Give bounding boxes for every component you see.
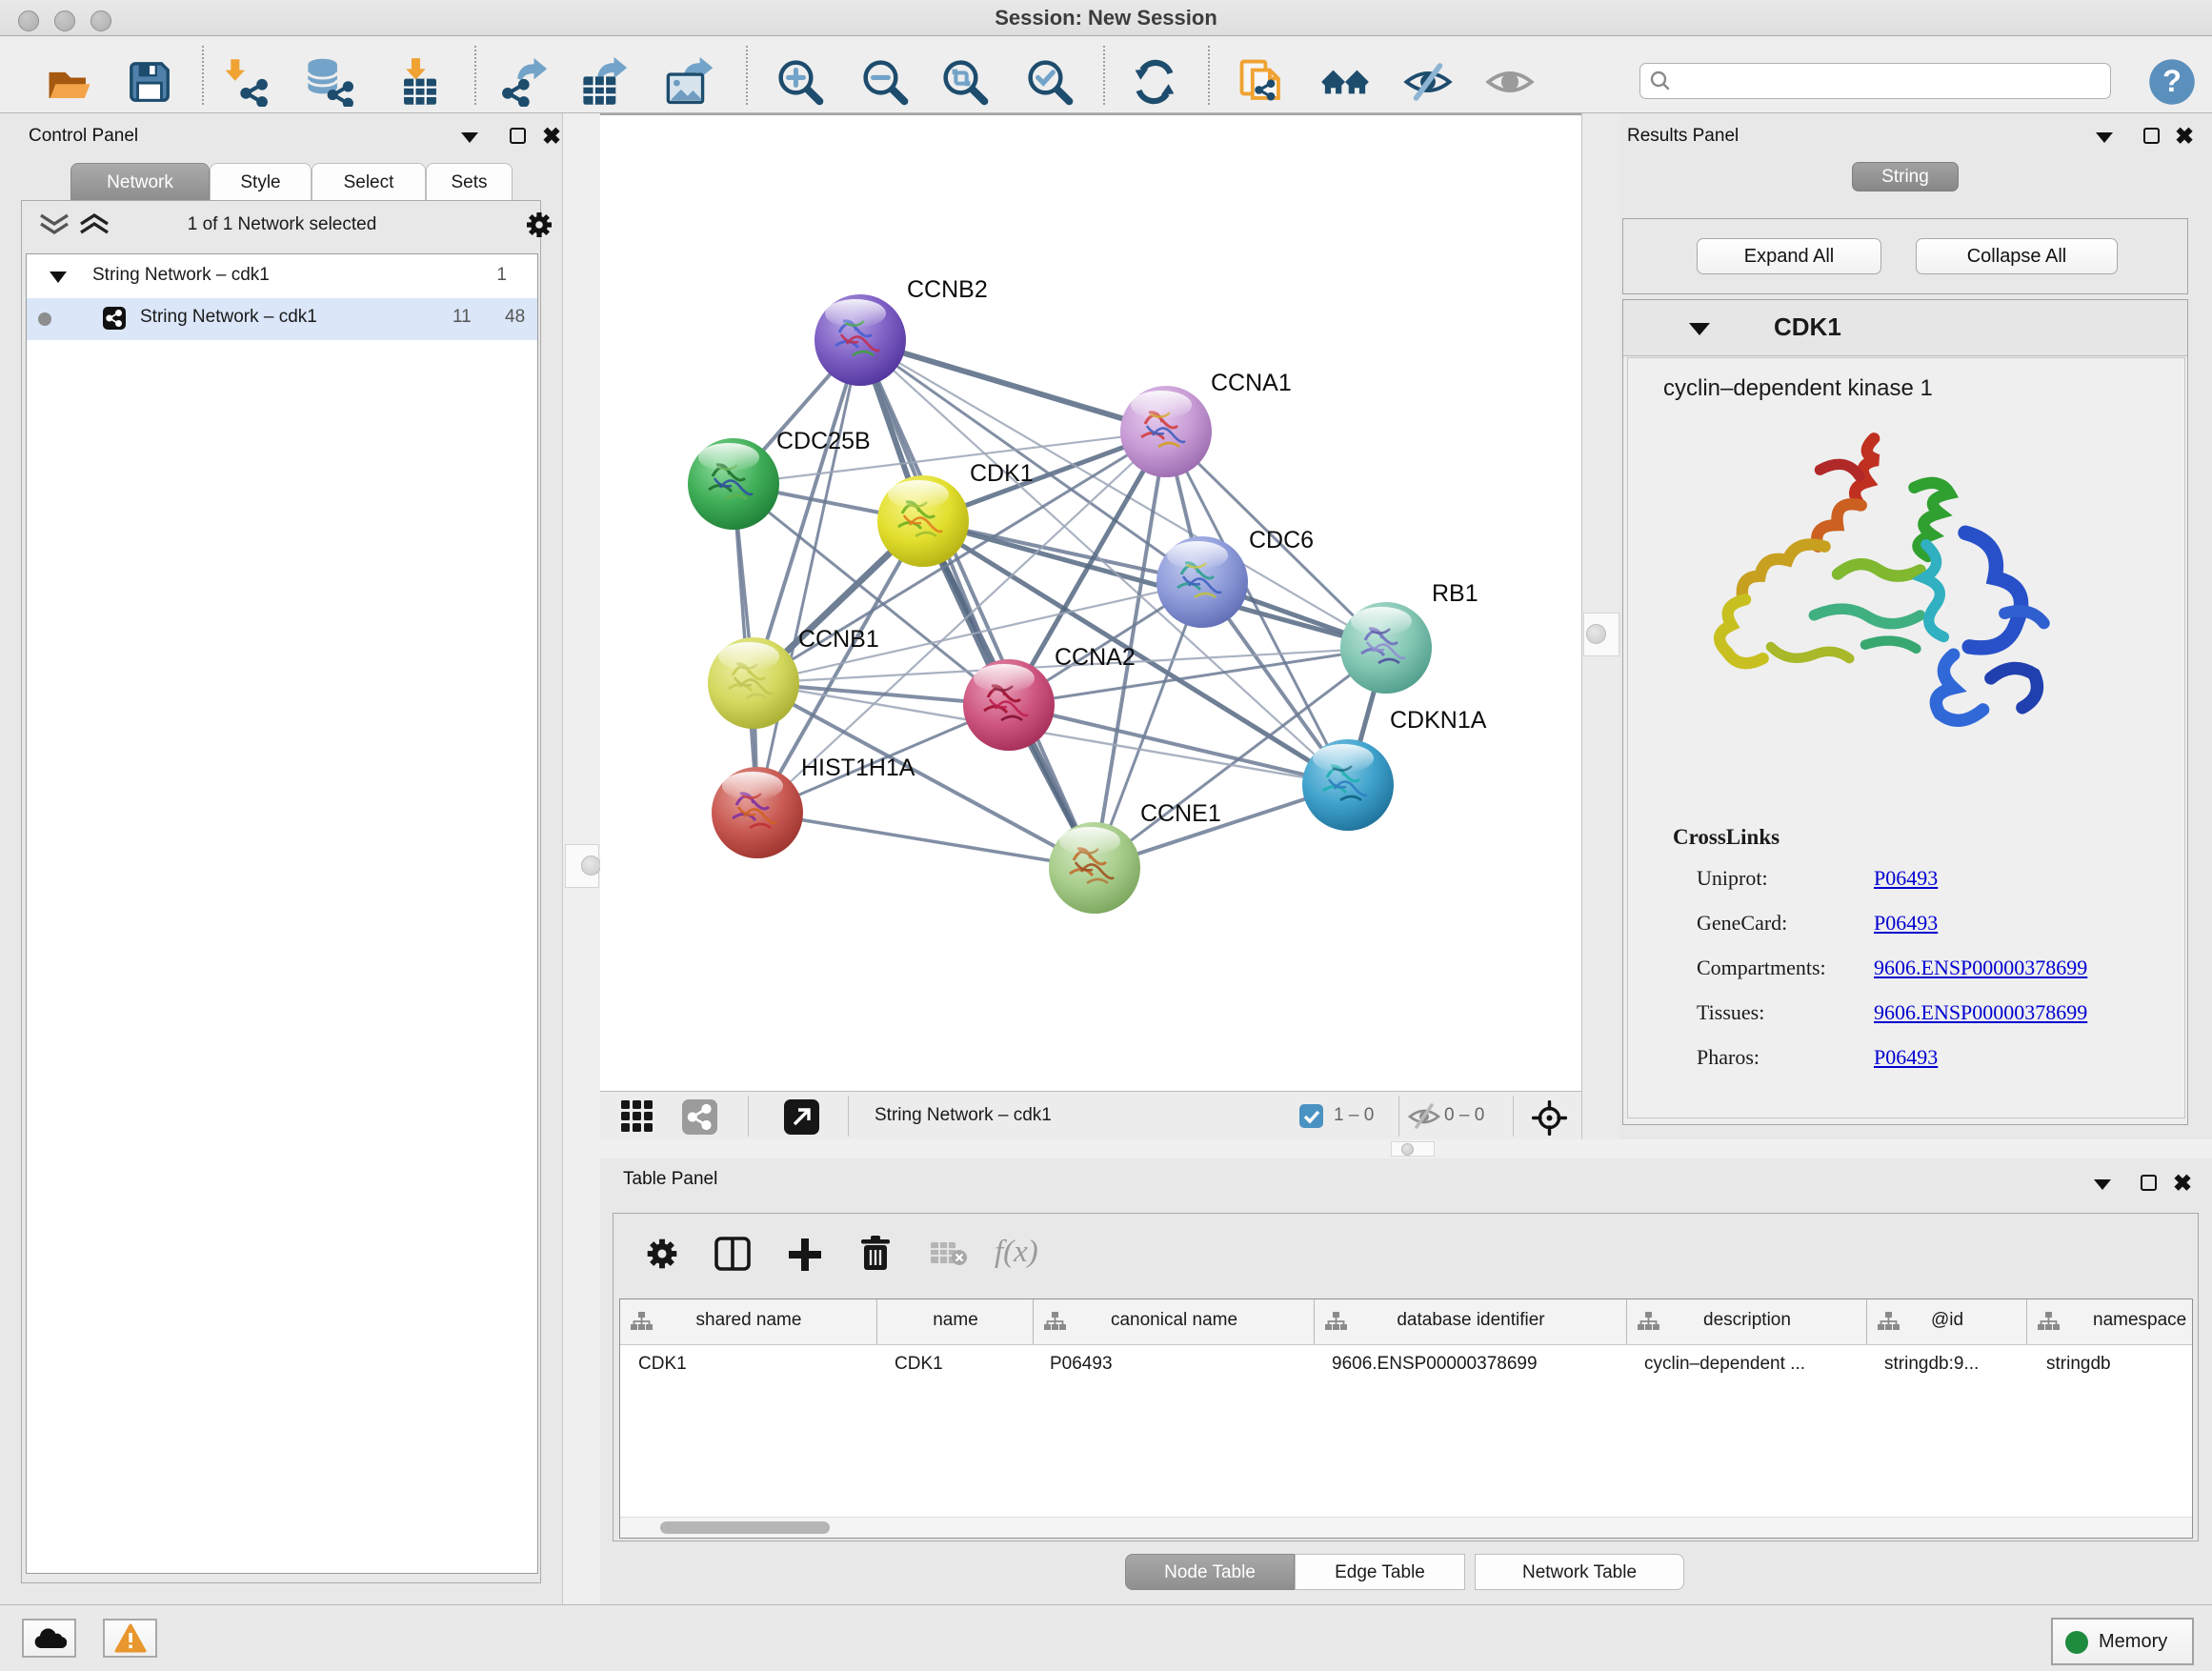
svg-text:HIST1H1A: HIST1H1A — [801, 755, 915, 781]
svg-text:CDKN1A: CDKN1A — [1390, 707, 1487, 734]
svg-text:?: ? — [2162, 63, 2182, 98]
svg-text:CDC6: CDC6 — [1249, 527, 1314, 554]
svg-text:CDK1: CDK1 — [970, 460, 1034, 487]
svg-text:CCNA1: CCNA1 — [1211, 370, 1292, 396]
svg-text:RB1: RB1 — [1432, 580, 1478, 607]
svg-text:CCNB2: CCNB2 — [907, 276, 988, 303]
svg-text:CCNE1: CCNE1 — [1140, 800, 1221, 827]
svg-text:CCNA2: CCNA2 — [1055, 644, 1136, 671]
svg-text:CCNB1: CCNB1 — [798, 626, 879, 653]
svg-text:CDC25B: CDC25B — [776, 428, 871, 454]
